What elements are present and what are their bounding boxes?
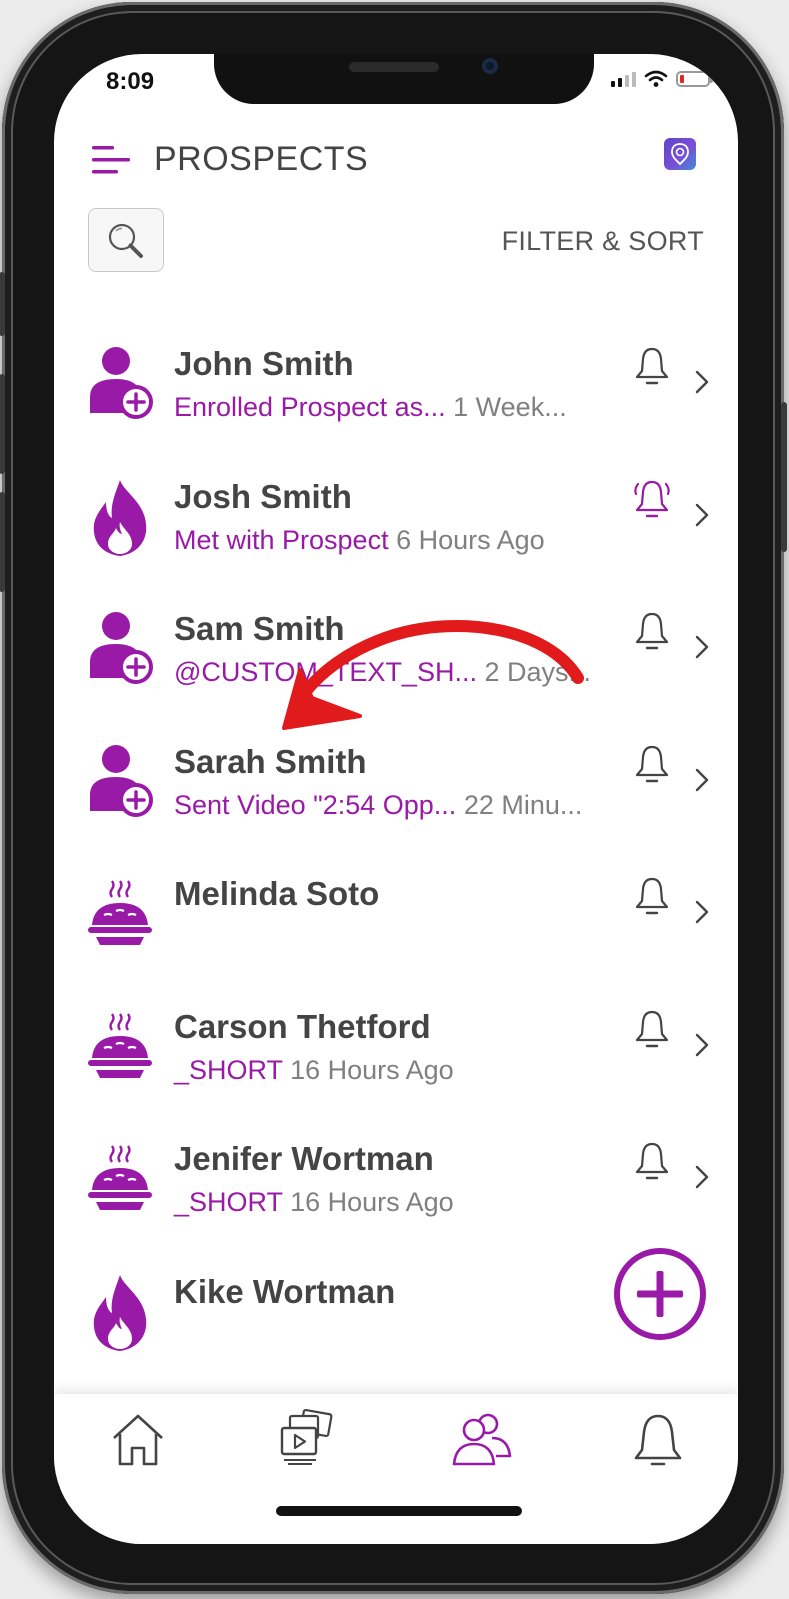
status-icons bbox=[611, 70, 713, 88]
silent-switch bbox=[0, 272, 5, 336]
bell-icon[interactable] bbox=[632, 743, 672, 787]
pie-icon bbox=[86, 875, 156, 951]
prospect-activity: Met with Prospect bbox=[174, 524, 389, 555]
bell-icon[interactable] bbox=[632, 875, 672, 919]
notifications-bell-icon bbox=[634, 1414, 682, 1466]
prospect-time: 16 Hours Ago bbox=[290, 1187, 454, 1217]
pie-icon bbox=[86, 1008, 156, 1084]
prospect-time: 16 Hours Ago bbox=[290, 1054, 454, 1085]
prospects-icon bbox=[452, 1413, 512, 1466]
tab-notifications[interactable] bbox=[626, 1408, 690, 1472]
prospect-name: Carson Thetford bbox=[174, 1007, 431, 1045]
prospect-name: John Smith bbox=[174, 345, 354, 382]
chevron-right-icon[interactable] bbox=[692, 1162, 712, 1192]
app-logo-icon[interactable] bbox=[664, 138, 696, 170]
media-library-icon bbox=[280, 1408, 333, 1465]
prospect-activity-line: _SHORT 16 Hours Ago bbox=[174, 1187, 454, 1218]
prospect-activity-line: _SHORT 16 Hours Ago bbox=[174, 1055, 454, 1086]
volume-up-button bbox=[0, 374, 5, 474]
prospect-activity-line: @CUSTOM_TEXT_SH... 2 Days... bbox=[174, 657, 591, 688]
wifi-icon bbox=[644, 70, 668, 87]
chevron-right-icon[interactable] bbox=[692, 1030, 712, 1060]
filter-sort-button[interactable]: FILTER & SORT bbox=[502, 226, 704, 257]
prospect-name: Sam Smith bbox=[174, 610, 345, 647]
prospect-row[interactable]: Josh Smith Met with Prospect 6 Hours Ago bbox=[54, 452, 738, 585]
battery-icon bbox=[676, 71, 713, 87]
search-button[interactable] bbox=[88, 208, 164, 272]
phone-frame: 8:09 PROSPECTS FILTER & SORT John Smith … bbox=[0, 2, 787, 1594]
chevron-right-icon[interactable] bbox=[692, 897, 712, 927]
prospect-activity: Sent Video "2:54 Opp... bbox=[174, 789, 457, 820]
page-title: PROSPECTS bbox=[154, 140, 369, 178]
prospect-activity-line: Met with Prospect 6 Hours Ago bbox=[174, 525, 545, 556]
logo-mark bbox=[671, 143, 689, 166]
prospect-row[interactable]: Jenifer Wortman _SHORT 16 Hours Ago bbox=[54, 1114, 738, 1247]
bell-ringing-icon[interactable] bbox=[632, 478, 672, 522]
bell-icon[interactable] bbox=[632, 1008, 672, 1052]
prospect-activity: _SHORT bbox=[174, 1187, 283, 1217]
bell-icon[interactable] bbox=[632, 610, 672, 654]
fire-icon bbox=[86, 478, 156, 556]
chevron-right-icon[interactable] bbox=[692, 367, 712, 397]
prospect-name: Sarah Smith bbox=[174, 742, 367, 780]
person-add-icon bbox=[86, 610, 156, 686]
tab-prospects[interactable] bbox=[450, 1408, 514, 1472]
signal-icon bbox=[611, 71, 636, 87]
app-header: PROSPECTS bbox=[54, 134, 738, 194]
prospect-row[interactable]: Sam Smith @CUSTOM_TEXT_SH... 2 Days... bbox=[54, 584, 738, 717]
prospect-name: Kike Wortman bbox=[174, 1272, 396, 1310]
prospect-time: 22 Minu... bbox=[463, 789, 583, 820]
tab-media[interactable] bbox=[272, 1408, 336, 1472]
add-prospect-button[interactable] bbox=[614, 1248, 706, 1340]
prospect-activity: Enrolled Prospect as... bbox=[174, 392, 446, 422]
prospect-activity: @CUSTOM_TEXT_SH... bbox=[174, 657, 477, 687]
fire-icon bbox=[86, 1273, 156, 1351]
menu-icon[interactable] bbox=[90, 142, 134, 178]
prospect-activity-line: Enrolled Prospect as... 1 Week... bbox=[174, 392, 567, 423]
prospect-name: Josh Smith bbox=[174, 477, 352, 515]
prospect-list: John Smith Enrolled Prospect as... 1 Week… bbox=[54, 319, 738, 1379]
plus-icon bbox=[637, 1271, 683, 1317]
bell-icon[interactable] bbox=[632, 345, 672, 389]
bell-icon[interactable] bbox=[632, 1140, 672, 1184]
home-indicator bbox=[276, 1506, 522, 1516]
speaker-grille bbox=[349, 62, 439, 72]
prospect-activity: _SHORT bbox=[174, 1054, 283, 1085]
person-add-icon bbox=[86, 743, 156, 819]
prospect-name: Jenifer Wortman bbox=[174, 1140, 434, 1177]
chevron-right-icon[interactable] bbox=[692, 765, 712, 795]
pie-icon bbox=[86, 1140, 156, 1216]
volume-down-button bbox=[0, 492, 5, 592]
prospect-row[interactable]: John Smith Enrolled Prospect as... 1 Week… bbox=[54, 319, 738, 452]
search-icon bbox=[108, 223, 143, 258]
prospect-row[interactable]: Melinda Soto bbox=[54, 849, 738, 982]
chevron-right-icon[interactable] bbox=[692, 632, 712, 662]
notch bbox=[214, 54, 594, 104]
front-camera bbox=[482, 58, 498, 74]
prospect-time: 1 Week... bbox=[453, 392, 567, 422]
prospect-row[interactable]: Carson Thetford _SHORT 16 Hours Ago bbox=[54, 982, 738, 1115]
chevron-right-icon[interactable] bbox=[692, 500, 712, 530]
status-time: 8:09 bbox=[106, 68, 155, 95]
prospect-time: 2 Days... bbox=[484, 657, 592, 687]
prospect-row[interactable]: Sarah Smith Sent Video "2:54 Opp... 22 Mi… bbox=[54, 717, 738, 850]
power-button bbox=[781, 402, 787, 552]
prospect-time: 6 Hours Ago bbox=[396, 524, 545, 555]
person-add-icon bbox=[86, 345, 156, 421]
home-icon bbox=[113, 1414, 163, 1466]
tab-home[interactable] bbox=[106, 1408, 170, 1472]
prospect-name: Melinda Soto bbox=[174, 875, 380, 912]
bottom-tab-bar bbox=[54, 1394, 738, 1544]
app-screen: 8:09 PROSPECTS FILTER & SORT John Smith … bbox=[54, 54, 738, 1544]
prospect-activity-line: Sent Video "2:54 Opp... 22 Minu... bbox=[174, 790, 582, 821]
